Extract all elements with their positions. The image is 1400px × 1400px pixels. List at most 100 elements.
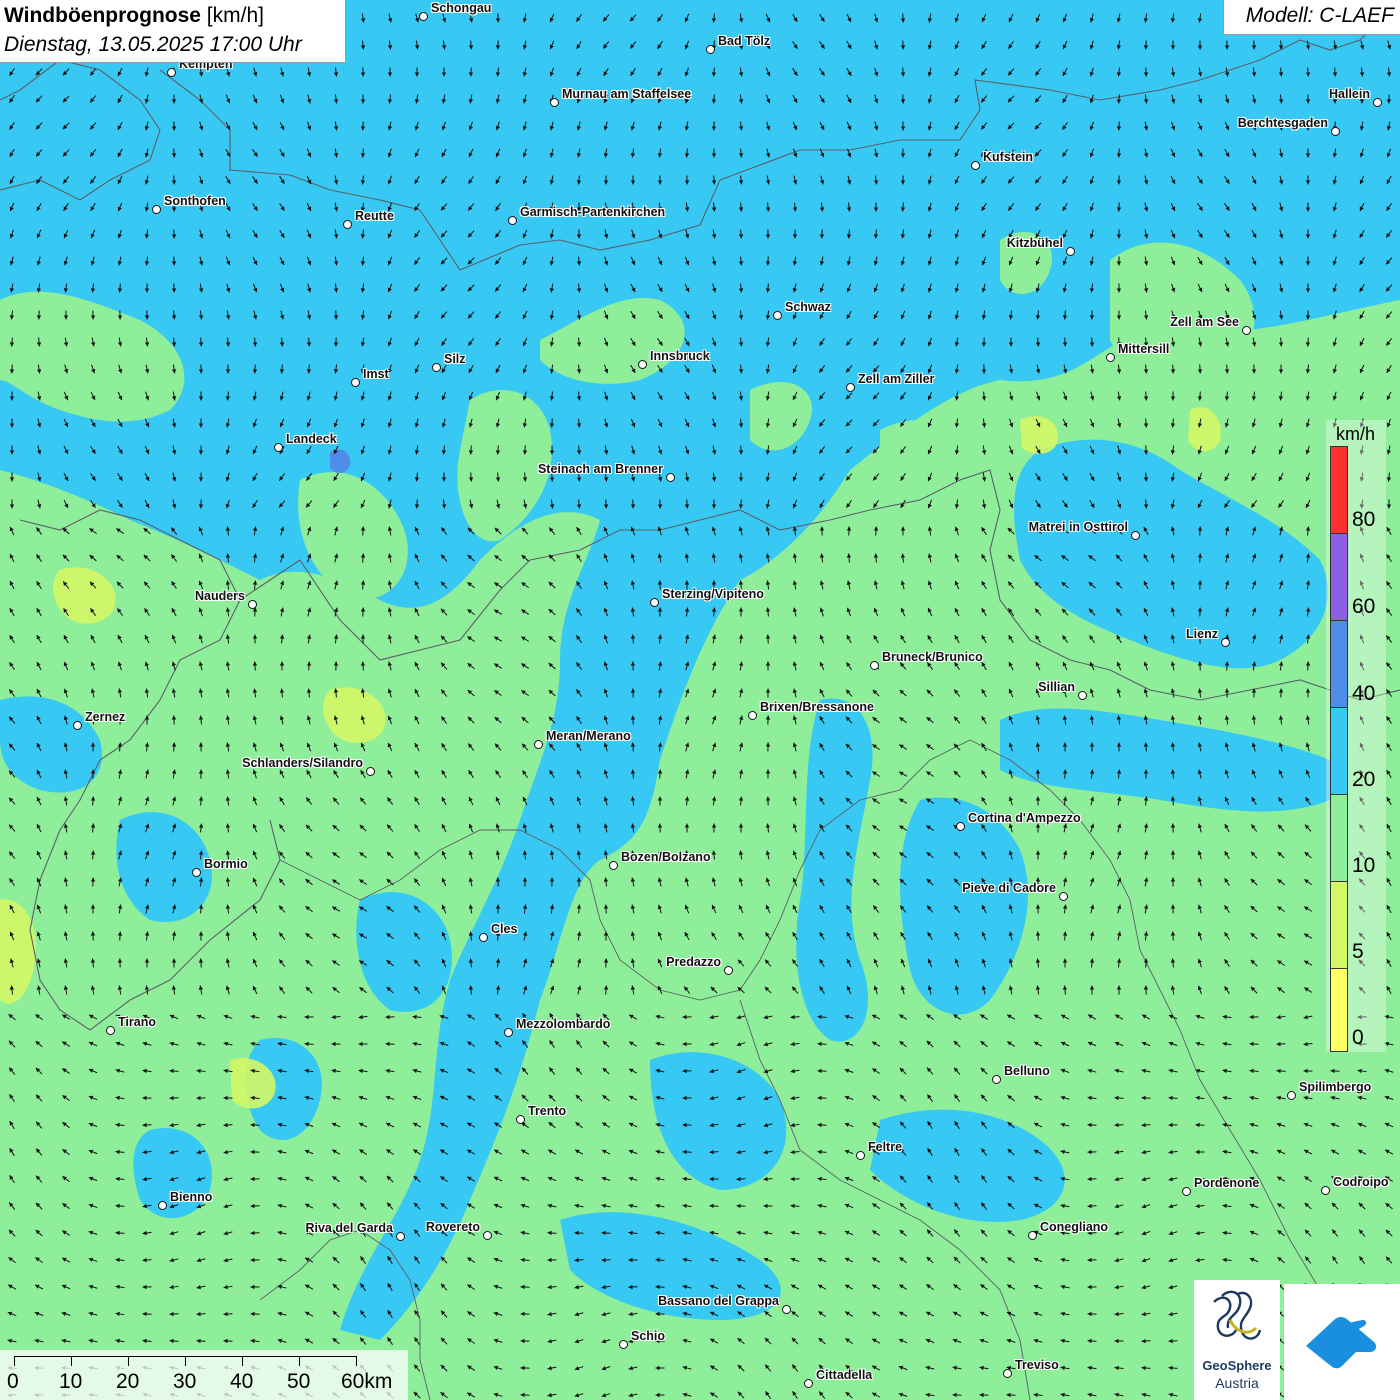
wind-arrow (601, 1393, 611, 1398)
wind-arrow (169, 1095, 179, 1101)
wind-arrow (1305, 310, 1311, 320)
wind-arrow (1141, 1041, 1151, 1047)
wind-arrow (8, 824, 16, 832)
wind-arrow (306, 742, 312, 752)
wind-arrow (764, 959, 772, 967)
wind-arrow (1170, 445, 1176, 455)
wind-arrow (736, 1176, 746, 1182)
wind-arrow (1224, 67, 1230, 77)
wind-arrow (954, 634, 960, 644)
wind-arrow (440, 1391, 448, 1399)
wind-arrow (1197, 472, 1203, 482)
wind-arrow (981, 904, 987, 914)
wind-arrow (36, 850, 42, 860)
wind-arrow (386, 1148, 394, 1156)
wind-arrow (736, 1096, 746, 1101)
wind-arrow (682, 1203, 692, 1209)
wind-arrow (1034, 203, 1042, 211)
wind-arrow (386, 959, 394, 967)
city-label: Sterzing/Vipiteno (662, 587, 764, 601)
wind-arrow (198, 553, 204, 563)
wind-arrow (250, 1311, 260, 1317)
wind-arrow (522, 769, 528, 779)
wind-arrow (1251, 175, 1257, 185)
wind-arrow (1008, 337, 1014, 347)
wind-arrow (387, 121, 393, 131)
wind-arrow (953, 878, 961, 886)
wind-arrow (306, 418, 312, 428)
wind-arrow (387, 337, 392, 347)
wind-arrow (522, 391, 527, 401)
wind-arrow (630, 499, 636, 509)
wind-arrow (1195, 1095, 1205, 1101)
city-dot-icon (1028, 1231, 1037, 1241)
wind-arrow (1062, 742, 1068, 752)
wind-arrow (846, 13, 852, 23)
wind-arrow (223, 1257, 233, 1263)
wind-arrow (1170, 607, 1176, 617)
wind-arrow (792, 526, 798, 536)
wind-arrow (1033, 1284, 1043, 1290)
wind-arrow (1141, 1095, 1151, 1101)
wind-arrow (1170, 769, 1176, 779)
wind-arrow (1090, 823, 1095, 833)
wind-arrow (711, 823, 717, 833)
city-dot-icon (782, 1305, 791, 1315)
wind-arrow (845, 419, 853, 427)
wind-arrow (684, 283, 690, 293)
wind-arrow (1384, 1149, 1394, 1155)
wind-arrow (792, 796, 797, 806)
city-marker: Kitzbühel (1007, 236, 1075, 261)
wind-arrow (117, 229, 122, 239)
wind-arrow (252, 418, 257, 428)
wind-arrow (1305, 607, 1311, 617)
city-dot-icon (550, 98, 559, 108)
wind-arrow (1009, 391, 1014, 401)
wind-arrow (279, 283, 285, 293)
wind-arrow (1359, 229, 1365, 239)
wind-arrow (360, 499, 366, 509)
wind-arrow (1224, 742, 1230, 752)
wind-arrow (1278, 688, 1284, 698)
wind-arrow (1114, 1338, 1124, 1344)
wind-arrow (765, 364, 771, 374)
wind-arrow (603, 121, 608, 131)
geosphere-austria-logo[interactable]: GeoSphere Austria (1194, 1280, 1280, 1400)
wind-arrow (952, 1365, 962, 1371)
city-label: Landeck (286, 432, 337, 446)
wind-arrow (630, 283, 636, 293)
wind-arrow (63, 715, 68, 725)
city-dot-icon (483, 1231, 492, 1241)
wind-arrow (682, 1176, 692, 1182)
wind-arrow (223, 1014, 233, 1019)
wind-arrow (1386, 823, 1392, 833)
wind-arrow (520, 1284, 530, 1290)
city-dot-icon (419, 12, 428, 22)
wind-arrow (711, 94, 717, 104)
wind-arrow (1143, 877, 1149, 887)
wind-arrow (414, 688, 420, 698)
wind-arrow (1062, 769, 1068, 779)
wind-arrow (196, 1177, 206, 1182)
wind-arrow (360, 310, 366, 320)
wind-arrow (630, 823, 636, 833)
wind-arrow (792, 472, 798, 482)
wind-arrow (655, 1176, 665, 1182)
wind-arrow (1278, 769, 1284, 779)
wind-arrow (1143, 553, 1149, 563)
wind-arrow (1359, 337, 1365, 347)
wind-arrow (628, 1203, 638, 1209)
wind-arrow (603, 553, 609, 563)
wind-arrow (576, 526, 582, 536)
wind-arrow (1089, 337, 1095, 347)
scale-tick (128, 1356, 129, 1366)
wind-arrow (846, 958, 852, 968)
wind-arrow (1276, 1041, 1286, 1047)
wind-app-icon[interactable] (1284, 1284, 1400, 1400)
wind-arrow (62, 176, 70, 184)
city-dot-icon (396, 1232, 405, 1242)
city-marker: Sillian (1038, 680, 1087, 705)
wind-arrow (1007, 1148, 1015, 1156)
wind-arrow (358, 879, 368, 885)
wind-arrow (790, 1041, 800, 1047)
